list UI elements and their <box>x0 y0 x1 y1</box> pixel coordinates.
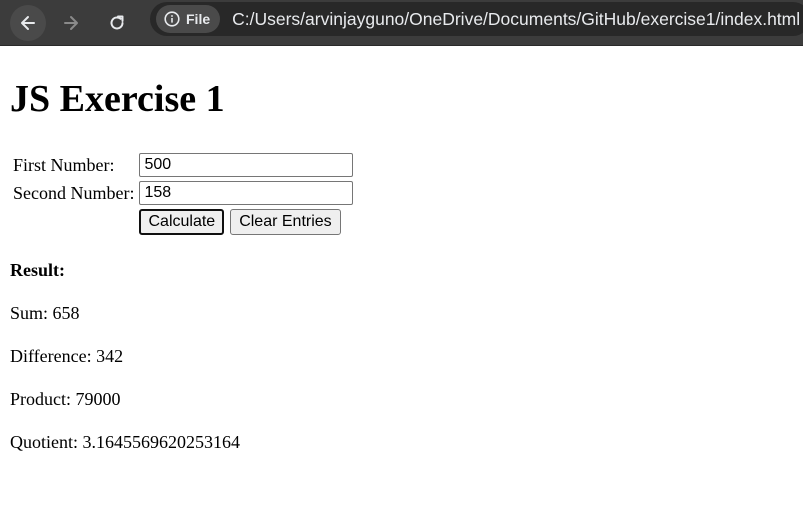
sum-result: Sum: 658 <box>10 303 80 323</box>
result-heading: Result: <box>10 260 65 280</box>
page-title: JS Exercise 1 <box>10 78 225 120</box>
clear-entries-button[interactable]: Clear Entries <box>230 209 341 235</box>
site-info-label: File <box>186 11 211 27</box>
url-text[interactable]: C:/Users/arvinjayguno/OneDrive/Documents… <box>232 9 800 30</box>
calculate-button[interactable]: Calculate <box>139 209 225 235</box>
site-info-chip[interactable]: File <box>156 5 221 33</box>
reload-button[interactable] <box>99 5 135 41</box>
quotient-result: Quotient: 3.1645569620253164 <box>10 432 240 452</box>
product-result: Product: 79000 <box>10 389 121 409</box>
reload-icon <box>110 15 124 30</box>
difference-result: Difference: 342 <box>10 346 124 366</box>
address-bar[interactable]: File C:/Users/arvinjayguno/OneDrive/Docu… <box>150 2 803 36</box>
second-number-input[interactable] <box>139 181 354 205</box>
arrow-left-icon <box>21 16 35 30</box>
arrow-right-icon <box>64 16 78 30</box>
calculator-form: First Number: Second Number: CalculateCl… <box>10 150 356 238</box>
second-number-label: Second Number: <box>13 182 135 203</box>
first-number-input[interactable] <box>139 153 354 177</box>
back-button[interactable] <box>10 5 46 41</box>
info-icon <box>164 11 180 27</box>
first-number-label: First Number: <box>13 154 115 175</box>
page-content: JS Exercise 1 First Number: Second Numbe… <box>10 46 790 453</box>
browser-toolbar: File C:/Users/arvinjayguno/OneDrive/Docu… <box>0 0 803 46</box>
forward-button[interactable] <box>53 5 89 41</box>
